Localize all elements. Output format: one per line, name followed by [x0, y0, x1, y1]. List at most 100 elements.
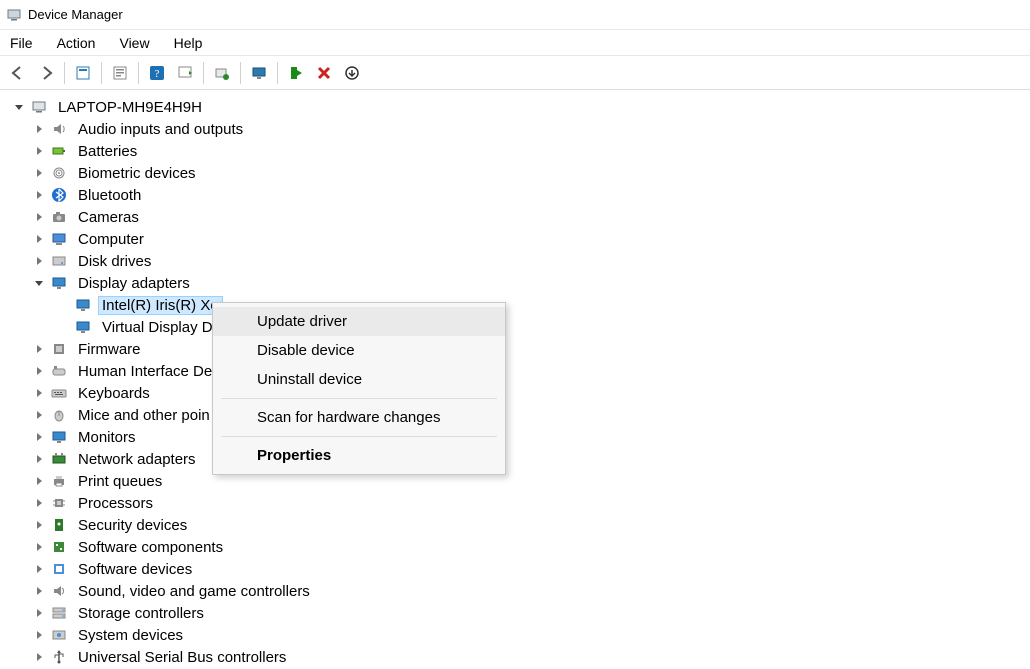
window-title: Device Manager	[28, 7, 123, 22]
tree-item-label: Storage controllers	[74, 604, 208, 623]
chevron-right-icon[interactable]	[32, 364, 46, 378]
chevron-right-icon[interactable]	[32, 254, 46, 268]
chevron-right-icon[interactable]	[32, 232, 46, 246]
update-driver-icon[interactable]	[210, 61, 234, 85]
legacy-add-icon[interactable]	[340, 61, 364, 85]
tree-item-label: Software components	[74, 538, 227, 557]
menu-view[interactable]: View	[115, 33, 153, 53]
tree-device[interactable]: Intel(R) Iris(R) Xe	[8, 294, 1030, 316]
tree-device[interactable]: Virtual Display De	[8, 316, 1030, 338]
tree-category[interactable]: Bluetooth	[8, 184, 1030, 206]
tree-item-label: Cameras	[74, 208, 143, 227]
tree-item-label: Processors	[74, 494, 157, 513]
context-menu-item[interactable]: Disable device	[213, 336, 505, 365]
menu-file[interactable]: File	[6, 33, 37, 53]
tree-category[interactable]: Universal Serial Bus controllers	[8, 646, 1030, 668]
tree-category[interactable]: Cameras	[8, 206, 1030, 228]
back-arrow-icon[interactable]	[6, 61, 30, 85]
tree-item-label: Display adapters	[74, 274, 194, 293]
context-menu-item[interactable]: Scan for hardware changes	[213, 403, 505, 432]
uninstall-device-icon[interactable]	[312, 61, 336, 85]
context-menu-item[interactable]: Properties	[213, 441, 505, 470]
tree-category[interactable]: Firmware	[8, 338, 1030, 360]
tree-item-label: Universal Serial Bus controllers	[74, 648, 290, 667]
security-icon	[50, 516, 68, 534]
chevron-right-icon[interactable]	[32, 474, 46, 488]
tree-category[interactable]: Sound, video and game controllers	[8, 580, 1030, 602]
chevron-right-icon[interactable]	[32, 166, 46, 180]
toolbar-separator	[203, 62, 204, 84]
forward-arrow-icon[interactable]	[34, 61, 58, 85]
chevron-right-icon[interactable]	[32, 540, 46, 554]
tree-item-label: Intel(R) Iris(R) Xe	[98, 296, 223, 315]
svg-text:?: ?	[155, 68, 160, 80]
tree-category[interactable]: Software devices	[8, 558, 1030, 580]
tree-root-node[interactable]: LAPTOP-MH9E4H9H	[8, 96, 1030, 118]
chevron-right-icon[interactable]	[32, 562, 46, 576]
tree-category[interactable]: Audio inputs and outputs	[8, 118, 1030, 140]
chevron-down-icon[interactable]	[32, 276, 46, 290]
menubar: File Action View Help	[0, 30, 1030, 56]
chevron-right-icon[interactable]	[32, 408, 46, 422]
toolbar-separator	[64, 62, 65, 84]
tree-item-label: LAPTOP-MH9E4H9H	[54, 98, 206, 117]
tree-category[interactable]: Batteries	[8, 140, 1030, 162]
display-icon	[50, 274, 68, 292]
tree-category[interactable]: Software components	[8, 536, 1030, 558]
chevron-right-icon[interactable]	[32, 210, 46, 224]
tree-category[interactable]: Computer	[8, 228, 1030, 250]
context-menu: Update driverDisable deviceUninstall dev…	[212, 302, 506, 475]
tree-item-label: Sound, video and game controllers	[74, 582, 314, 601]
tree-category[interactable]: Human Interface Dev	[8, 360, 1030, 382]
show-hidden-devices-icon[interactable]	[71, 61, 95, 85]
chevron-right-icon[interactable]	[32, 188, 46, 202]
tree-category[interactable]: Monitors	[8, 426, 1030, 448]
chevron-right-icon[interactable]	[32, 144, 46, 158]
context-menu-item[interactable]: Uninstall device	[213, 365, 505, 394]
chevron-right-icon[interactable]	[32, 606, 46, 620]
chevron-right-icon[interactable]	[32, 584, 46, 598]
chevron-right-icon[interactable]	[32, 628, 46, 642]
chevron-right-icon[interactable]	[32, 122, 46, 136]
tree-category[interactable]: Network adapters	[8, 448, 1030, 470]
tree-category[interactable]: Security devices	[8, 514, 1030, 536]
printer-icon	[50, 472, 68, 490]
hid-icon	[50, 362, 68, 380]
tree-category[interactable]: System devices	[8, 624, 1030, 646]
display-icon	[74, 296, 92, 314]
properties-icon[interactable]	[108, 61, 132, 85]
chevron-right-icon[interactable]	[32, 430, 46, 444]
tree-item-label: Audio inputs and outputs	[74, 120, 247, 139]
chevron-right-icon[interactable]	[32, 650, 46, 664]
display-icon	[74, 318, 92, 336]
chevron-right-icon[interactable]	[32, 342, 46, 356]
chevron-right-icon[interactable]	[32, 386, 46, 400]
chevron-right-icon[interactable]	[32, 452, 46, 466]
enable-device-icon[interactable]	[284, 61, 308, 85]
chevron-right-icon[interactable]	[32, 518, 46, 532]
device-tree[interactable]: LAPTOP-MH9E4H9HAudio inputs and outputsB…	[0, 90, 1030, 669]
chevron-right-icon[interactable]	[32, 496, 46, 510]
tree-category[interactable]: Mice and other poin	[8, 404, 1030, 426]
tree-category[interactable]: Keyboards	[8, 382, 1030, 404]
scan-hardware-icon[interactable]	[173, 61, 197, 85]
menu-action[interactable]: Action	[53, 33, 100, 53]
tree-category[interactable]: Display adapters	[8, 272, 1030, 294]
tree-item-label: Bluetooth	[74, 186, 145, 205]
tree-item-label: Computer	[74, 230, 148, 249]
tree-category[interactable]: Print queues	[8, 470, 1030, 492]
help-icon[interactable]: ?	[145, 61, 169, 85]
context-menu-item[interactable]: Update driver	[213, 307, 505, 336]
tree-category[interactable]: Disk drives	[8, 250, 1030, 272]
tree-category[interactable]: Processors	[8, 492, 1030, 514]
menu-help[interactable]: Help	[170, 33, 207, 53]
tree-category[interactable]: Storage controllers	[8, 602, 1030, 624]
tree-item-label: Print queues	[74, 472, 166, 491]
monitor-icon[interactable]	[247, 61, 271, 85]
tree-item-label: Keyboards	[74, 384, 154, 403]
tree-category[interactable]: Biometric devices	[8, 162, 1030, 184]
tree-item-label: Software devices	[74, 560, 196, 579]
tree-item-label: Security devices	[74, 516, 191, 535]
chevron-down-icon[interactable]	[12, 100, 26, 114]
cpu-icon	[50, 494, 68, 512]
